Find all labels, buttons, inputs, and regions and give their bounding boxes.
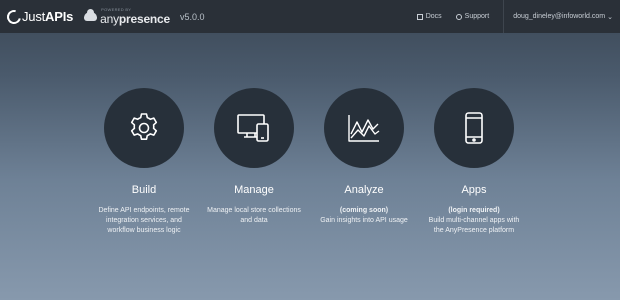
analyze-description: Gain insights into API usage <box>320 217 408 224</box>
support-label: Support <box>464 13 490 20</box>
apps-title: Apps <box>461 184 487 196</box>
manage-title: Manage <box>234 184 274 196</box>
support-link[interactable]: Support <box>455 13 490 20</box>
chart-icon <box>348 115 380 142</box>
docs-label: Docs <box>425 13 442 20</box>
phone-icon <box>465 112 483 144</box>
build-description: Define API endpoints, remote integration… <box>98 207 190 234</box>
brand-bold: APIs <box>45 9 74 24</box>
devices-icon <box>237 114 269 142</box>
manage-description: Manage local store collections and data <box>207 207 301 224</box>
version-label: v5.0.0 <box>180 11 205 22</box>
apps-button[interactable] <box>434 88 514 168</box>
justapis-logo-icon <box>4 6 24 27</box>
build-card[interactable]: Build Define API endpoints, remote integ… <box>94 88 194 236</box>
build-title: Build <box>131 184 157 196</box>
analyze-card[interactable]: Analyze (coming soon) Gain insights into… <box>314 88 414 226</box>
cloud-icon <box>84 9 98 21</box>
analyze-button[interactable] <box>324 88 404 168</box>
manage-button[interactable] <box>214 88 294 168</box>
top-navigation-bar: JustAPIs POWERED BY anypresence v5.0.0 D… <box>0 0 620 33</box>
brand-prefix: Just <box>22 9 46 24</box>
analyze-title: Analyze <box>344 184 384 196</box>
apps-card[interactable]: Apps (login required) Build multi-channe… <box>424 88 524 236</box>
manage-card[interactable]: Manage Manage local store collections an… <box>204 88 304 226</box>
document-icon <box>416 13 423 20</box>
partner-name-light: any <box>100 12 119 26</box>
partner-name-bold: presence <box>118 12 171 26</box>
lifebuoy-icon <box>455 13 462 20</box>
chevron-down-icon: ⌄ <box>607 13 613 21</box>
anypresence-logo: POWERED BY anypresence <box>84 8 170 25</box>
docs-link[interactable]: Docs <box>416 13 442 20</box>
analyze-note: (coming soon) <box>339 207 389 214</box>
justapis-logo[interactable]: JustAPIs <box>0 0 73 33</box>
gear-icon <box>130 113 158 140</box>
apps-note: (login required) <box>448 207 500 214</box>
apps-description: Build multi-channel apps with the AnyPre… <box>428 217 520 234</box>
build-button[interactable] <box>104 88 184 168</box>
user-menu[interactable]: doug_dineley@infoworld.com ⌄ <box>504 13 620 21</box>
user-email: doug_dineley@infoworld.com <box>513 13 606 20</box>
